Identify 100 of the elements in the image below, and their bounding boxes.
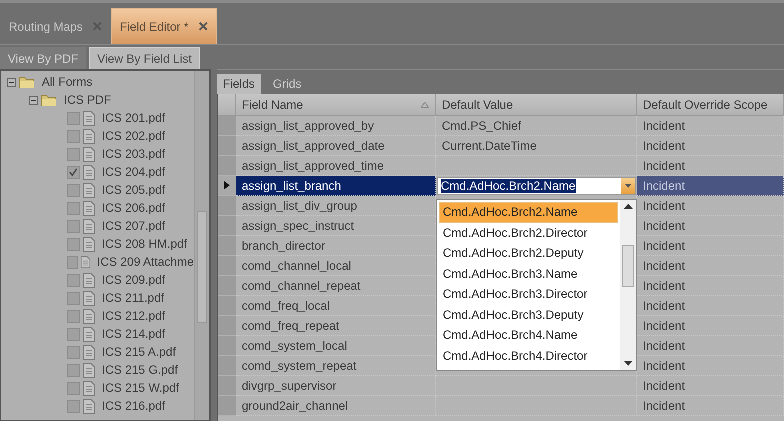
table-cell[interactable]: divgrp_supervisor: [236, 376, 436, 396]
table-cell[interactable]: comd_freq_local: [236, 296, 436, 316]
file-label[interactable]: ICS 202.pdf: [102, 129, 166, 143]
file-label[interactable]: ICS 201.pdf: [102, 111, 166, 125]
file-label[interactable]: ICS 212.pdf: [102, 309, 166, 323]
dropdown-option[interactable]: Cmd.AdHoc.Brch4.Name: [439, 325, 618, 346]
file-label[interactable]: ICS 215 A.pdf: [102, 345, 176, 359]
collapse-icon[interactable]: [7, 78, 16, 86]
grid-tab[interactable]: Grids: [267, 74, 308, 94]
table-cell[interactable]: comd_channel_repeat: [236, 276, 436, 296]
dropdown-option[interactable]: Cmd.AdHoc.Brch2.Name: [439, 202, 618, 222]
table-cell[interactable]: comd_system_repeat: [236, 356, 436, 376]
document-icon: [83, 272, 95, 288]
dropdown-option[interactable]: Cmd.AdHoc.Brch2.Director: [439, 222, 618, 243]
file-label[interactable]: ICS 203.pdf: [102, 147, 166, 161]
checkbox[interactable]: [67, 238, 80, 250]
checkbox[interactable]: [67, 202, 80, 214]
sort-icon: [421, 102, 429, 108]
checkbox[interactable]: [67, 382, 80, 394]
checkbox[interactable]: [67, 364, 80, 376]
table-cell[interactable]: Incident: [637, 296, 784, 316]
table-cell[interactable]: Incident: [637, 276, 784, 296]
checkbox[interactable]: [67, 166, 80, 178]
file-label[interactable]: ICS 215 W.pdf: [102, 381, 180, 395]
dropdown-option[interactable]: Cmd.AdHoc.Brch3.Director: [439, 284, 618, 304]
dropdown-option[interactable]: Cmd.AdHoc.Brch2.Deputy: [439, 243, 618, 264]
file-label[interactable]: ICS 208 HM.pdf: [102, 237, 188, 251]
table-cell[interactable]: Incident: [637, 136, 784, 156]
checkbox[interactable]: [67, 220, 80, 232]
scrollbar[interactable]: [620, 200, 636, 370]
table-cell[interactable]: Incident: [637, 156, 784, 176]
dropdown-option[interactable]: Cmd.AdHoc.Brch4.Director: [439, 346, 618, 366]
value-dropdown-field[interactable]: Cmd.AdHoc.Brch2.Name: [437, 177, 636, 195]
checkbox[interactable]: [67, 328, 80, 340]
checkbox[interactable]: [67, 274, 80, 286]
file-label[interactable]: ICS 209.pdf: [102, 273, 166, 287]
table-cell[interactable]: Current.DateTime: [436, 136, 637, 156]
table-cell[interactable]: Incident: [637, 316, 784, 336]
checkbox[interactable]: [67, 346, 80, 358]
dropdown-option[interactable]: Cmd.AdHoc.Brch3.Deputy: [439, 304, 618, 325]
document-tab[interactable]: Field Editor *: [111, 8, 217, 44]
view-tab[interactable]: View By PDF: [0, 47, 86, 69]
table-cell[interactable]: ground2air_channel: [236, 396, 436, 416]
table-cell[interactable]: comd_system_local: [236, 336, 436, 356]
table-cell[interactable]: Incident: [637, 396, 784, 416]
row-header: [218, 94, 236, 116]
table-cell[interactable]: Incident: [637, 116, 784, 136]
file-label[interactable]: ICS 209 Attachme: [97, 255, 194, 269]
checkbox[interactable]: [67, 112, 80, 124]
table-cell[interactable]: Incident: [637, 236, 784, 256]
column-header[interactable]: Field Name: [236, 94, 436, 116]
checkbox[interactable]: [67, 130, 80, 142]
scroll-down-icon[interactable]: [624, 361, 632, 366]
view-tab[interactable]: View By Field List: [89, 47, 200, 69]
file-label[interactable]: ICS 205.pdf: [102, 183, 166, 197]
close-icon[interactable]: [198, 22, 208, 31]
scroll-thumb[interactable]: [622, 245, 634, 287]
table-cell[interactable]: assign_list_approved_date: [236, 136, 436, 156]
file-label[interactable]: ICS 204.pdf: [102, 165, 166, 179]
checkbox[interactable]: [67, 256, 78, 268]
table-cell[interactable]: branch_director: [236, 236, 436, 256]
table-cell[interactable]: Incident: [637, 256, 784, 276]
checkbox[interactable]: [67, 148, 80, 160]
file-label[interactable]: ICS 215 G.pdf: [102, 363, 178, 377]
column-header[interactable]: Default Value: [436, 94, 637, 116]
folder-label[interactable]: All Forms: [42, 75, 93, 89]
file-label[interactable]: ICS 214.pdf: [102, 327, 166, 341]
checkbox[interactable]: [67, 292, 80, 304]
table-cell[interactable]: Incident: [637, 216, 784, 236]
table-cell[interactable]: Incident: [637, 356, 784, 376]
row-header[interactable]: [218, 176, 236, 196]
document-tab[interactable]: Routing Maps: [0, 8, 112, 44]
file-label[interactable]: ICS 206.pdf: [102, 201, 166, 215]
checkbox[interactable]: [67, 184, 80, 196]
table-cell[interactable]: comd_channel_local: [236, 256, 436, 276]
scroll-up-icon[interactable]: [624, 204, 632, 209]
collapse-icon[interactable]: [29, 96, 38, 104]
table-cell[interactable]: assign_list_approved_by: [236, 116, 436, 136]
dropdown-option[interactable]: Cmd.AdHoc.Brch3.Name: [439, 264, 618, 284]
table-cell[interactable]: Incident: [637, 376, 784, 396]
document-icon: [83, 164, 95, 180]
table-cell[interactable]: assign_list_div_group: [236, 196, 436, 216]
file-label[interactable]: ICS 207.pdf: [102, 219, 166, 233]
column-header[interactable]: Default Override Scope: [637, 94, 784, 116]
table-cell[interactable]: assign_spec_instruct: [236, 216, 436, 236]
table-cell[interactable]: comd_freq_repeat: [236, 316, 436, 336]
scrollbar[interactable]: [194, 71, 209, 420]
checkbox[interactable]: [67, 310, 80, 322]
table-cell[interactable]: Incident: [637, 196, 784, 216]
folder-label[interactable]: ICS PDF: [64, 93, 112, 107]
file-label[interactable]: ICS 216.pdf: [102, 399, 166, 413]
grid-tab[interactable]: Fields: [217, 74, 262, 94]
table-cell[interactable]: assign_list_branch: [236, 176, 436, 196]
table-cell[interactable]: Cmd.PS_Chief: [436, 116, 637, 136]
table-cell[interactable]: Incident: [637, 176, 784, 196]
checkbox[interactable]: [67, 400, 80, 412]
file-label[interactable]: ICS 211.pdf: [102, 291, 164, 305]
scroll-thumb[interactable]: [197, 211, 207, 323]
table-cell[interactable]: assign_list_approved_time: [236, 156, 436, 176]
table-cell[interactable]: Incident: [637, 336, 784, 356]
